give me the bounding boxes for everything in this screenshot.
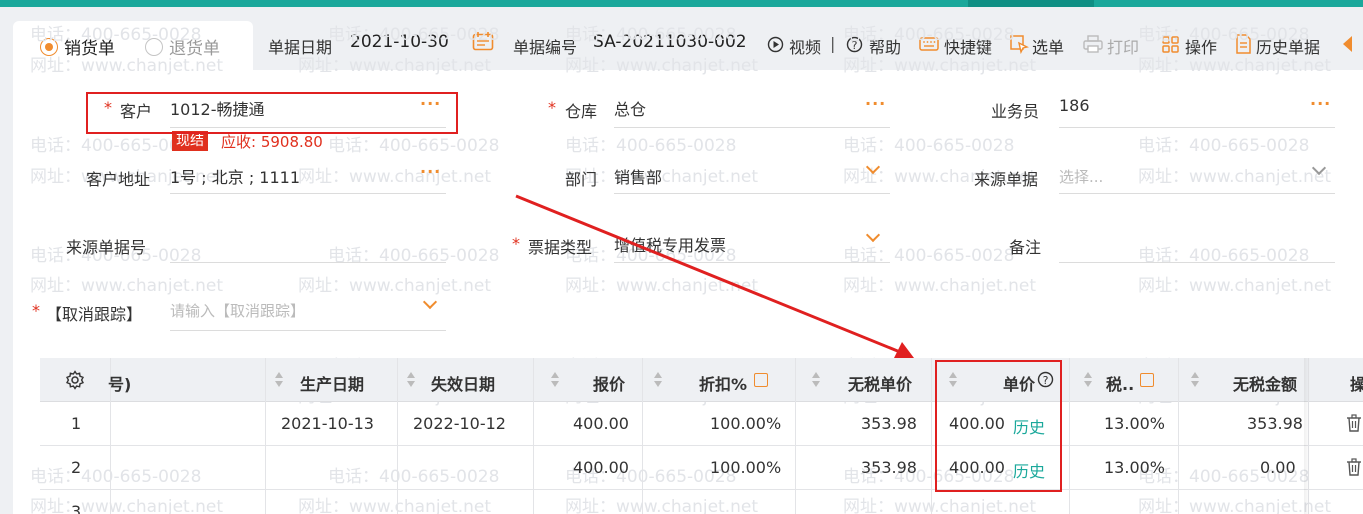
annotation-arrow [0, 0, 1363, 514]
